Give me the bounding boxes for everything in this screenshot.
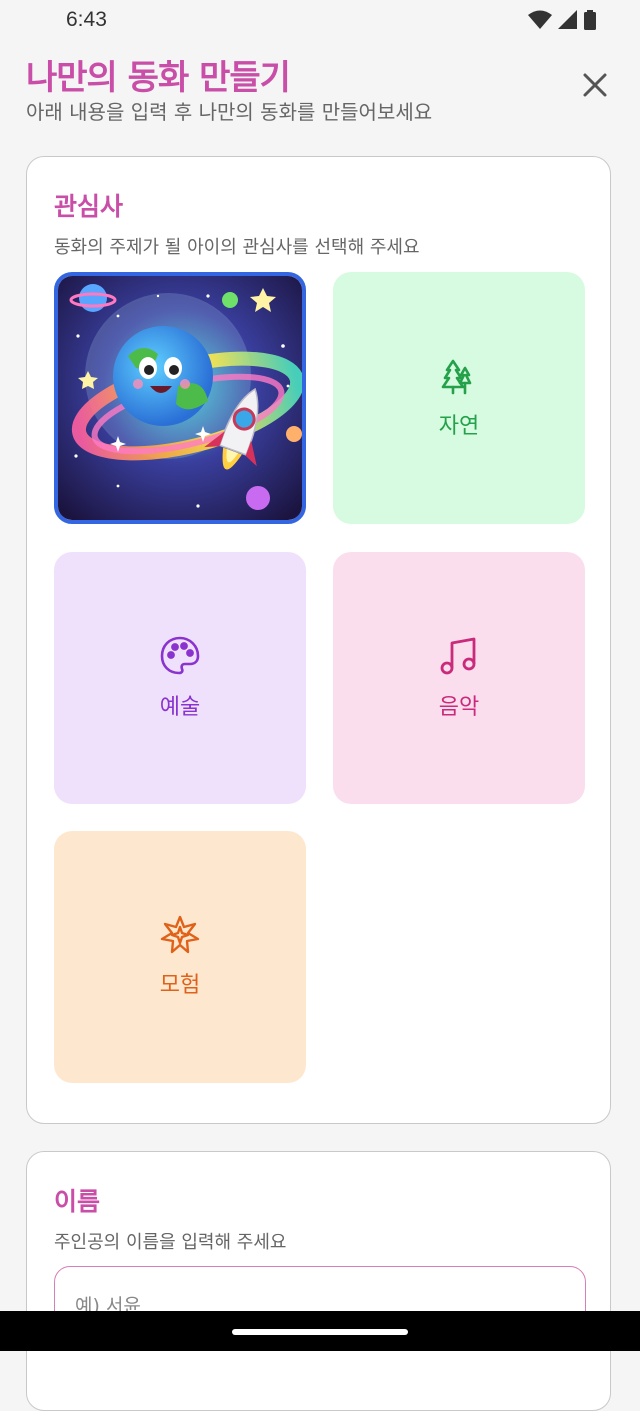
close-button[interactable] <box>578 68 612 102</box>
battery-icon <box>584 10 596 30</box>
wifi-icon <box>528 10 552 29</box>
star-burst-icon <box>160 915 200 954</box>
interest-tile-music[interactable]: 음악 <box>333 552 585 804</box>
navigation-bar <box>0 1311 640 1351</box>
status-time: 6:43 <box>66 8 107 31</box>
interest-label-art: 예술 <box>159 695 201 720</box>
interest-label-nature: 자연 <box>438 414 480 439</box>
home-gesture-handle[interactable] <box>232 1329 408 1335</box>
interest-description: 동화의 주제가 될 아이의 관심사를 선택해 주세요 <box>54 237 420 258</box>
signal-icon <box>558 10 577 29</box>
interest-label-adventure: 모험 <box>159 973 201 998</box>
name-description: 주인공의 이름을 입력해 주세요 <box>54 1232 287 1253</box>
music-note-icon <box>440 637 476 675</box>
name-card: 이름 주인공의 이름을 입력해 주세요 <box>26 1151 611 1411</box>
status-bar: 6:43 <box>0 0 640 40</box>
interest-label-music: 음악 <box>438 695 480 720</box>
status-icons <box>528 10 596 30</box>
tree-icon <box>441 359 472 395</box>
interest-card: 관심사 동화의 주제가 될 아이의 관심사를 선택해 주세요 자연 예술 음악 … <box>26 156 611 1124</box>
close-icon <box>583 73 607 97</box>
palette-icon <box>160 636 200 675</box>
page-title: 나만의 동화 만들기 <box>26 58 291 98</box>
space-illustration <box>58 276 302 520</box>
interest-tile-adventure[interactable]: 모험 <box>54 831 306 1083</box>
interest-tile-nature[interactable]: 자연 <box>333 272 585 524</box>
interest-tile-art[interactable]: 예술 <box>54 552 306 804</box>
name-title: 이름 <box>54 1187 101 1216</box>
interest-title: 관심사 <box>54 192 124 221</box>
interest-tile-space[interactable] <box>54 272 306 524</box>
page-subtitle: 아래 내용을 입력 후 나만의 동화를 만들어보세요 <box>26 100 433 124</box>
